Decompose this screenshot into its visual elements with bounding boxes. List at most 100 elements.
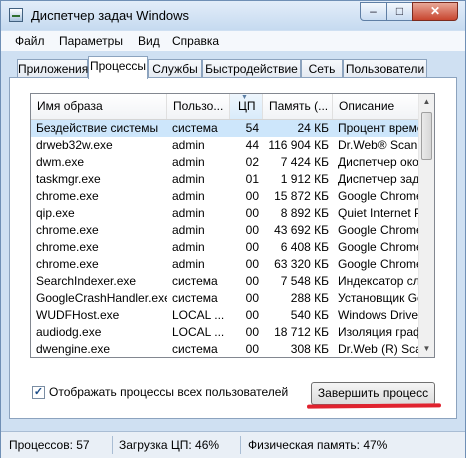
process-cpu: 00 [245,325,259,339]
process-description: Изоляция графо [338,325,419,339]
process-memory: 116 904 КБ [268,138,329,152]
process-cpu: 00 [245,257,259,271]
process-cpu: 54 [245,121,259,135]
table-row[interactable]: drweb32w.exe admin 44 116 904 КБ Dr.Web® Sca… [31,137,419,154]
process-name: taskmgr.exe [36,172,101,186]
process-cpu: 00 [245,240,259,254]
process-name: WUDFHost.exe [36,308,120,322]
tab-applications[interactable]: Приложения [17,59,88,78]
status-divider [240,436,241,454]
process-memory: 308 КБ [290,342,329,356]
process-name: chrome.exe [36,189,99,203]
table-row[interactable]: chrome.exe admin 00 63 320 КБ Google Chrome [31,256,419,273]
process-user: admin [172,189,205,203]
status-process-count: Процессов: 57 [9,438,90,452]
column-header: Имя образа Пользо... ▼ ЦП Память (... Оп… [31,94,419,120]
process-description: Dr.Web (R) Scar [338,342,419,356]
process-name: dwengine.exe [36,342,111,356]
table-row[interactable]: qip.exe admin 00 8 892 КБ Quiet Internet P [31,205,419,222]
tab-performance[interactable]: Быстродействие [202,59,301,78]
table-row[interactable]: chrome.exe admin 00 15 872 КБ Google Chrome [31,188,419,205]
process-name: GoogleCrashHandler.exe [36,291,167,305]
process-description: Индексатор слу [338,274,419,288]
process-user: система [172,121,218,135]
status-divider [112,436,113,454]
tab-services[interactable]: Службы [148,59,202,78]
tab-network[interactable]: Сеть [301,59,343,78]
process-cpu: 01 [245,172,259,186]
process-user: admin [172,240,205,254]
tab-strip: Приложения Процессы Службы Быстродействи… [1,56,465,79]
window-title: Диспетчер задач Windows [31,8,190,23]
scroll-thumb[interactable] [421,112,432,160]
vertical-scrollbar[interactable]: ▲ ▼ [418,94,434,357]
process-user: admin [172,138,205,152]
process-memory: 7 548 КБ [280,274,329,288]
process-name: dwm.exe [36,155,85,169]
tab-processes[interactable]: Процессы [88,56,148,79]
table-row[interactable]: Бездействие системы система 54 24 КБ Процент… [31,120,419,137]
process-user: admin [172,155,205,169]
task-manager-icon [9,8,23,22]
process-name: audiodg.exe [36,325,102,339]
process-name: Бездействие системы [36,121,159,135]
column-memory[interactable]: Память (... [263,94,333,119]
process-description: Google Chrome [338,189,419,203]
tab-users[interactable]: Пользователи [343,59,427,78]
column-cpu[interactable]: ▼ ЦП [230,94,263,119]
menu-bar: Файл Параметры Вид Справка [1,31,465,51]
task-manager-window: Диспетчер задач Windows – □ ✕ Файл Парам… [0,0,466,458]
process-description: Google Chrome [338,240,419,254]
process-name: chrome.exe [36,257,99,271]
scroll-down-icon[interactable]: ▼ [419,341,434,357]
process-list[interactable]: Имя образа Пользо... ▼ ЦП Память (... Оп… [30,93,435,358]
process-memory: 288 КБ [290,291,329,305]
process-cpu: 00 [245,308,259,322]
process-memory: 63 320 КБ [274,257,329,271]
table-row[interactable]: dwm.exe admin 02 7 424 КБ Диспетчер окон [31,154,419,171]
show-all-users-label[interactable]: Отображать процессы всех пользователей [49,385,288,399]
process-user: LOCAL ... [172,308,225,322]
column-user[interactable]: Пользо... [167,94,230,119]
process-description: Quiet Internet P [338,206,419,220]
process-cpu: 00 [245,206,259,220]
maximize-button[interactable]: □ [386,2,413,21]
menu-view[interactable]: Вид [138,34,160,48]
process-description: Процент времен [338,121,419,135]
column-image-name[interactable]: Имя образа [31,94,167,119]
process-memory: 1 912 КБ [280,172,329,186]
process-user: admin [172,257,205,271]
process-memory: 43 692 КБ [274,223,329,237]
end-process-button[interactable]: Завершить процесс [311,382,435,405]
scroll-up-icon[interactable]: ▲ [419,94,434,110]
menu-file[interactable]: Файл [15,34,45,48]
title-bar[interactable]: Диспетчер задач Windows – □ ✕ [1,1,465,30]
table-row[interactable]: SearchIndexer.exe система 00 7 548 КБ Индекс… [31,273,419,290]
process-user: admin [172,223,205,237]
table-row[interactable]: audiodg.exe LOCAL ... 00 18 712 КБ Изоляция … [31,324,419,341]
table-row[interactable]: taskmgr.exe admin 01 1 912 КБ Диспетчер зада [31,171,419,188]
process-memory: 24 КБ [297,121,329,135]
process-cpu: 00 [245,291,259,305]
process-memory: 7 424 КБ [280,155,329,169]
process-description: Google Chrome [338,223,419,237]
table-row[interactable]: WUDFHost.exe LOCAL ... 00 540 КБ Windows Dri… [31,307,419,324]
process-description: Диспетчер окон [338,155,419,169]
process-user: LOCAL ... [172,325,225,339]
process-memory: 15 872 КБ [274,189,329,203]
menu-help[interactable]: Справка [172,34,219,48]
table-row[interactable]: dwengine.exe система 00 308 КБ Dr.Web (R) Sc… [31,341,419,357]
process-memory: 6 408 КБ [280,240,329,254]
show-all-users-checkbox[interactable]: ✓ [32,386,45,399]
table-row[interactable]: chrome.exe admin 00 43 692 КБ Google Chrome [31,222,419,239]
table-row[interactable]: chrome.exe admin 00 6 408 КБ Google Chrome [31,239,419,256]
process-user: система [172,291,218,305]
minimize-button[interactable]: – [360,2,387,21]
process-name: chrome.exe [36,240,99,254]
close-button[interactable]: ✕ [412,2,458,21]
table-row[interactable]: GoogleCrashHandler.exe система 00 288 КБ Уст… [31,290,419,307]
process-name: chrome.exe [36,223,99,237]
menu-options[interactable]: Параметры [59,34,123,48]
process-description: Dr.Web® Scann [338,138,419,152]
column-description[interactable]: Описание [333,94,419,119]
